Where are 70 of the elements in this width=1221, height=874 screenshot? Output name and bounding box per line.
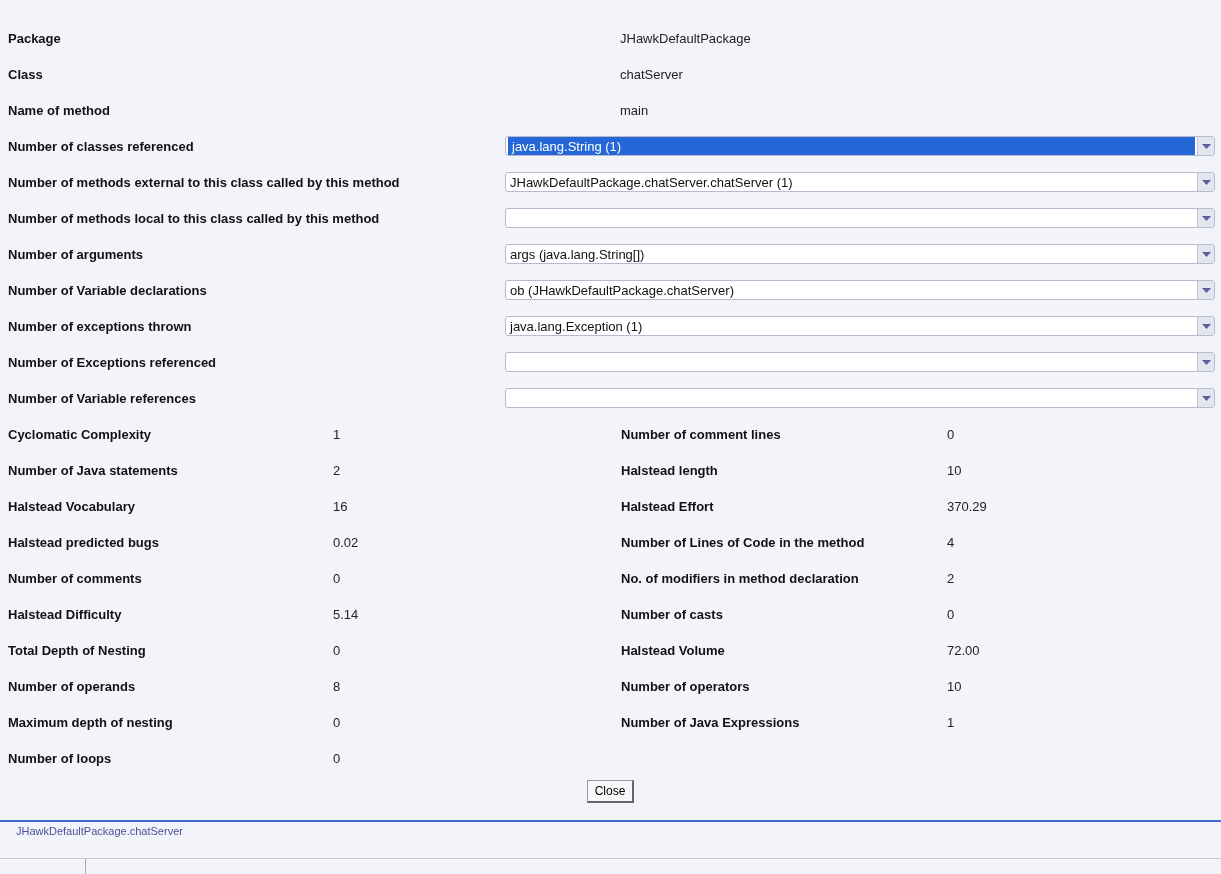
metric-value: 0: [947, 426, 956, 442]
dropdown-arrow-icon: [1201, 323, 1211, 329]
dropdown-arrow-icon: [1201, 251, 1211, 257]
metric-value: 10: [947, 678, 963, 694]
metric-label: Number of operators: [621, 678, 751, 694]
metric-value: 4: [947, 534, 956, 550]
metric-label: Number of Java Expressions: [621, 714, 801, 730]
field-label: Number of classes referenced: [8, 138, 195, 154]
metric-value: 5.14: [333, 606, 360, 622]
dropdown[interactable]: ob (JHawkDefaultPackage.chatServer): [505, 280, 1215, 300]
dropdown-arrow-icon: [1201, 179, 1211, 185]
metric-value: 72.00: [947, 642, 981, 658]
field-label: Number of methods external to this class called by this method: [8, 174, 401, 190]
metric-label: Number of comments: [8, 570, 143, 586]
metric-label: Halstead length: [621, 462, 719, 478]
metric-label: Maximum depth of nesting: [8, 714, 174, 730]
dropdown[interactable]: args (java.lang.String[]): [505, 244, 1215, 264]
dropdown-arrow-icon: [1201, 359, 1211, 365]
metric-label: Halstead predicted bugs: [8, 534, 160, 550]
metric-label: Halstead Volume: [621, 642, 726, 658]
metric-value: 0.02: [333, 534, 360, 550]
field-value: chatServer: [620, 66, 683, 82]
metric-label: Number of comment lines: [621, 426, 782, 442]
dropdown-arrow-icon: [1201, 395, 1211, 401]
field-label: Number of Exceptions referenced: [8, 354, 218, 370]
field-label: Number of Variable declarations: [8, 282, 208, 298]
dropdown[interactable]: java.lang.Exception (1): [505, 316, 1215, 336]
field-label: Package: [8, 30, 62, 46]
status-bar: JHawkDefaultPackage.chatServer: [0, 820, 1221, 856]
metric-label: Number of operands: [8, 678, 137, 694]
metric-label: Halstead Difficulty: [8, 606, 123, 622]
metric-value: 1: [333, 426, 342, 442]
metric-label: Total Depth of Nesting: [8, 642, 147, 658]
field-label: Number of methods local to this class called by this method: [8, 210, 381, 226]
close-button[interactable]: Close: [586, 779, 635, 803]
dropdown-arrow-icon: [1201, 143, 1211, 149]
metric-value: 10: [947, 462, 963, 478]
metric-value: 2: [333, 462, 342, 478]
metric-value: 2: [947, 570, 956, 586]
metric-value: 8: [333, 678, 342, 694]
dropdown[interactable]: [505, 388, 1215, 408]
field-value: JHawkDefaultPackage: [620, 30, 751, 46]
metric-value: 0: [333, 642, 342, 658]
metric-value: 0: [333, 714, 342, 730]
field-label: Number of Variable references: [8, 390, 197, 406]
dropdown-arrow-icon: [1201, 287, 1211, 293]
metric-label: Number of casts: [621, 606, 724, 622]
field-label: Number of exceptions thrown: [8, 318, 193, 334]
metric-value: 1: [947, 714, 956, 730]
metric-value: 0: [947, 606, 956, 622]
dropdown[interactable]: JHawkDefaultPackage.chatServer.chatServer (1): [505, 172, 1215, 192]
dropdown[interactable]: java.lang.String (1): [505, 136, 1215, 156]
dropdown-arrow-icon: [1201, 215, 1211, 221]
metric-label: No. of modifiers in method declaration: [621, 570, 860, 586]
metric-value: 0: [333, 570, 342, 586]
field-label: Number of arguments: [8, 246, 145, 262]
metric-label: Number of Java statements: [8, 462, 179, 478]
field-label: Name of method: [8, 102, 111, 118]
metric-label: Halstead Vocabulary: [8, 498, 136, 514]
field-value: main: [620, 102, 649, 118]
metric-label: Cyclomatic Complexity: [8, 426, 153, 442]
metric-label: Number of loops: [8, 750, 113, 766]
metric-value: 370.29: [947, 498, 988, 514]
dropdown[interactable]: [505, 352, 1215, 372]
metric-value: 0: [333, 750, 342, 766]
metric-label: Halstead Effort: [621, 498, 715, 514]
metric-label: Number of Lines of Code in the method: [621, 534, 866, 550]
field-label: Class: [8, 66, 44, 82]
metric-value: 16: [333, 498, 349, 514]
dropdown[interactable]: [505, 208, 1215, 228]
